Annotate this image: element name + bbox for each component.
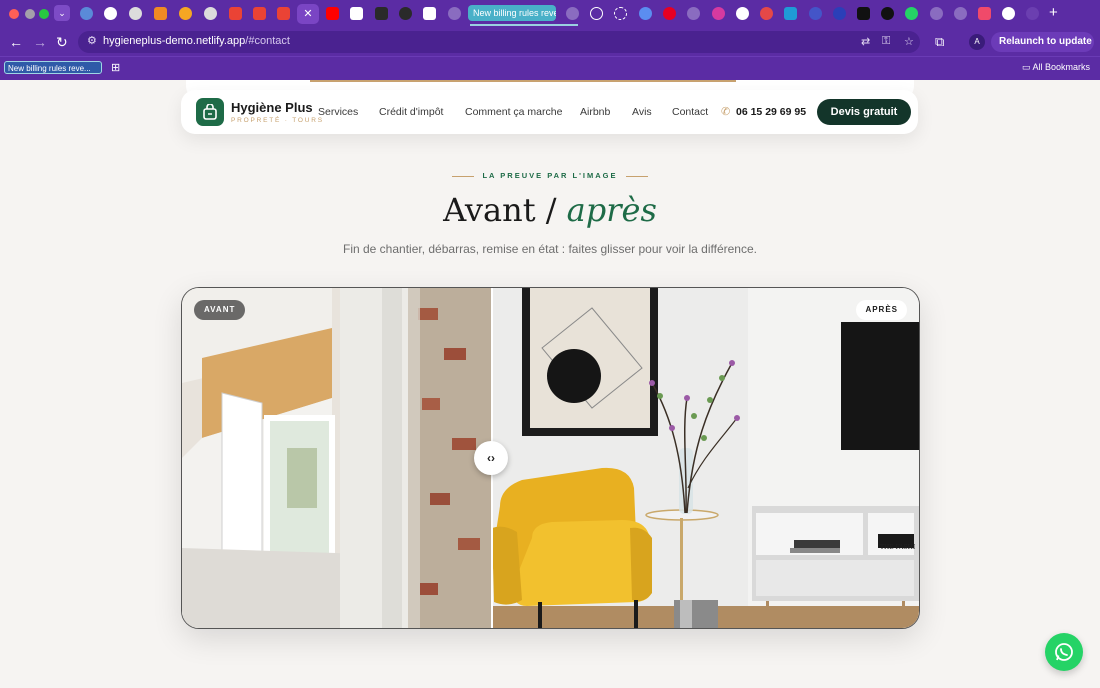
bookmark-item[interactable]: New billing rules reve... bbox=[4, 61, 102, 74]
window-close-button[interactable] bbox=[9, 9, 19, 19]
before-after-slider[interactable]: THE FASHI AVANT APRÈS ‹› bbox=[181, 287, 920, 629]
tab-favicon-icon[interactable] bbox=[80, 7, 93, 20]
tab-favicon-icon[interactable] bbox=[784, 7, 797, 20]
after-badge: APRÈS bbox=[856, 300, 907, 320]
tab-favicon-icon[interactable] bbox=[978, 7, 991, 20]
section-title: Avant / après bbox=[0, 191, 1100, 229]
tab-favicon-icon[interactable] bbox=[930, 7, 943, 20]
forward-arrow-icon[interactable]: → bbox=[33, 33, 47, 51]
tab-favicon-icon[interactable] bbox=[350, 7, 363, 20]
site-settings-icon[interactable]: ⚙ bbox=[87, 34, 97, 47]
free-quote-button[interactable]: Devis gratuit bbox=[817, 99, 911, 125]
active-tab-indicator bbox=[470, 24, 578, 26]
reload-icon[interactable]: ↻ bbox=[56, 33, 68, 51]
tab-favicon-icon[interactable] bbox=[448, 7, 461, 20]
nav-services[interactable]: Services bbox=[318, 106, 358, 118]
tab-favicon-icon[interactable] bbox=[179, 7, 192, 20]
tab-favicon-icon[interactable] bbox=[833, 7, 846, 20]
whatsapp-icon bbox=[1055, 643, 1073, 661]
before-badge: AVANT bbox=[194, 300, 246, 320]
tab-favicon-icon[interactable] bbox=[104, 7, 117, 20]
gmail-icon[interactable] bbox=[277, 7, 290, 20]
brand-name[interactable]: Hygiène Plus bbox=[231, 100, 313, 115]
tab-favicon-icon[interactable] bbox=[566, 7, 579, 20]
tab-favicon-icon[interactable] bbox=[857, 7, 870, 20]
bookmarks-bar bbox=[0, 56, 1100, 81]
brand-tagline: PROPRETÉ · TOURS bbox=[231, 117, 324, 124]
tab-favicon-icon[interactable] bbox=[639, 7, 652, 20]
tab-favicon-icon[interactable] bbox=[129, 7, 142, 20]
title-accent: après bbox=[566, 191, 657, 229]
eyebrow-line-left bbox=[452, 175, 475, 177]
pinterest-icon[interactable] bbox=[663, 7, 676, 20]
url-text[interactable]: hygieneplus-demo.netlify.app/#contact bbox=[103, 35, 290, 47]
all-bookmarks-label: All Bookmarks bbox=[1032, 62, 1091, 72]
tab-favicon-icon[interactable] bbox=[1026, 7, 1039, 20]
profile-avatar[interactable]: A bbox=[969, 34, 985, 50]
url-path: /#contact bbox=[245, 35, 290, 47]
tab-favicon-icon[interactable] bbox=[1002, 7, 1015, 20]
tab-favicon-icon[interactable] bbox=[375, 7, 388, 20]
nav-avis[interactable]: Avis bbox=[632, 106, 652, 118]
tab-favicon-icon[interactable] bbox=[204, 7, 217, 20]
window-zoom-button[interactable] bbox=[39, 9, 49, 19]
gmail-icon[interactable] bbox=[253, 7, 266, 20]
site-header: Hygiène Plus PROPRETÉ · TOURS Services C… bbox=[181, 90, 918, 134]
tab-search-icon[interactable]: ⌄ bbox=[54, 5, 70, 21]
phone-number[interactable]: 06 15 29 69 95 bbox=[736, 106, 806, 118]
tab-favicon-icon[interactable] bbox=[154, 7, 167, 20]
previous-section-accent bbox=[310, 80, 736, 82]
apps-grid-icon[interactable]: ⊞ bbox=[111, 61, 120, 74]
section-eyebrow: LA PREUVE PAR L'IMAGE bbox=[0, 171, 1100, 180]
tab-favicon-icon[interactable] bbox=[954, 7, 967, 20]
folder-icon: ▭ bbox=[1022, 62, 1031, 72]
back-arrow-icon[interactable]: ← bbox=[9, 33, 23, 51]
section-subtitle: Fin de chantier, débarras, remise en éta… bbox=[343, 242, 757, 256]
tab-favicon-icon[interactable] bbox=[736, 7, 749, 20]
magazine-cover-text: THE FASHI bbox=[880, 544, 916, 551]
relaunch-label: Relaunch to update bbox=[999, 36, 1092, 47]
tab-favicon-icon[interactable] bbox=[881, 7, 894, 20]
extensions-icon[interactable]: ⧉ bbox=[935, 34, 944, 50]
title-main: Avant / bbox=[443, 191, 567, 229]
page-content: Hygiène Plus PROPRETÉ · TOURS Services C… bbox=[0, 80, 1100, 688]
whatsapp-chat-button[interactable] bbox=[1045, 633, 1083, 671]
tab-favicon-icon[interactable] bbox=[590, 7, 603, 20]
nav-airbnb[interactable]: Airbnb bbox=[580, 106, 610, 118]
tab-favicon-icon[interactable] bbox=[760, 7, 773, 20]
tab-favicon-icon[interactable] bbox=[614, 7, 627, 20]
slider-handle-icon[interactable]: ‹› bbox=[474, 441, 508, 475]
gmail-icon[interactable] bbox=[229, 7, 242, 20]
translate-icon[interactable]: ⇄ bbox=[861, 35, 870, 48]
logo-bag-icon[interactable] bbox=[196, 98, 224, 126]
whatsapp-tab-icon[interactable] bbox=[905, 7, 918, 20]
password-key-icon[interactable]: ⚿ bbox=[882, 35, 890, 48]
youtube-icon[interactable] bbox=[326, 7, 339, 20]
tab-favicon-icon[interactable] bbox=[809, 7, 822, 20]
tab-close-icon[interactable]: ✕ bbox=[297, 4, 319, 24]
nav-credit-impot[interactable]: Crédit d'impôt bbox=[379, 106, 443, 118]
active-tab[interactable]: New billing rules reve bbox=[468, 5, 556, 21]
before-after-illustration: THE FASHI bbox=[182, 288, 919, 628]
tab-favicon-icon[interactable] bbox=[423, 7, 436, 20]
eyebrow-text: LA PREUVE PAR L'IMAGE bbox=[482, 171, 618, 180]
nav-comment-ca-marche[interactable]: Comment ça marche bbox=[465, 106, 562, 118]
tab-favicon-icon[interactable] bbox=[712, 7, 725, 20]
phone-icon: ✆ bbox=[721, 106, 731, 118]
all-bookmarks-button[interactable]: ▭ All Bookmarks bbox=[1022, 62, 1090, 73]
url-host: hygieneplus-demo.netlify.app bbox=[103, 35, 246, 47]
tab-favicon-icon[interactable] bbox=[399, 7, 412, 20]
new-tab-button[interactable]: + bbox=[1049, 4, 1058, 22]
bookmark-star-icon[interactable]: ☆ bbox=[904, 35, 914, 48]
window-minimize-button[interactable] bbox=[25, 9, 35, 19]
browser-tab-strip: ⌄ ✕ New billing rules reve + bbox=[0, 0, 1100, 28]
eyebrow-line-right bbox=[625, 175, 648, 177]
relaunch-button[interactable]: Relaunch to update ⋮ bbox=[991, 32, 1094, 67]
nav-contact[interactable]: Contact bbox=[672, 106, 708, 118]
tab-favicon-icon[interactable] bbox=[687, 7, 700, 20]
